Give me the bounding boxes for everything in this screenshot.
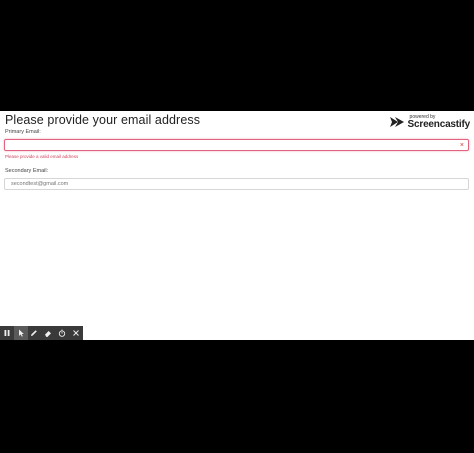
- primary-email-label: Primary Email:: [5, 129, 41, 135]
- secondary-email-label: Secondary Email:: [5, 168, 49, 174]
- close-icon: [73, 330, 79, 336]
- close-button[interactable]: [69, 326, 83, 340]
- timer-icon: [58, 329, 66, 337]
- pen-icon: [31, 330, 38, 336]
- secondary-email-field[interactable]: [4, 178, 469, 190]
- primary-email-input[interactable]: [5, 140, 451, 150]
- screencastify-logo-icon: [389, 117, 404, 127]
- pause-icon: [4, 330, 10, 336]
- pause-button[interactable]: [0, 326, 14, 340]
- eraser-button[interactable]: [41, 326, 55, 340]
- cursor-button[interactable]: [13, 326, 28, 340]
- secondary-email-input[interactable]: [5, 179, 451, 189]
- logo-name: Screencastify: [407, 118, 471, 130]
- primary-email-field[interactable]: ×: [4, 139, 469, 151]
- page-title: Please provide your email address: [5, 113, 201, 127]
- screencastify-toolbar: [0, 326, 83, 340]
- eraser-icon: [45, 331, 52, 337]
- clear-icon[interactable]: ×: [460, 141, 464, 150]
- screencastify-logo: powered by Screencastify: [389, 114, 470, 130]
- cursor-icon: [18, 329, 24, 337]
- pen-button[interactable]: [28, 326, 42, 340]
- timer-button[interactable]: [55, 326, 69, 340]
- primary-email-error: Please provide a valid email address: [5, 154, 79, 159]
- page-frame: Please provide your email address powere…: [0, 111, 474, 340]
